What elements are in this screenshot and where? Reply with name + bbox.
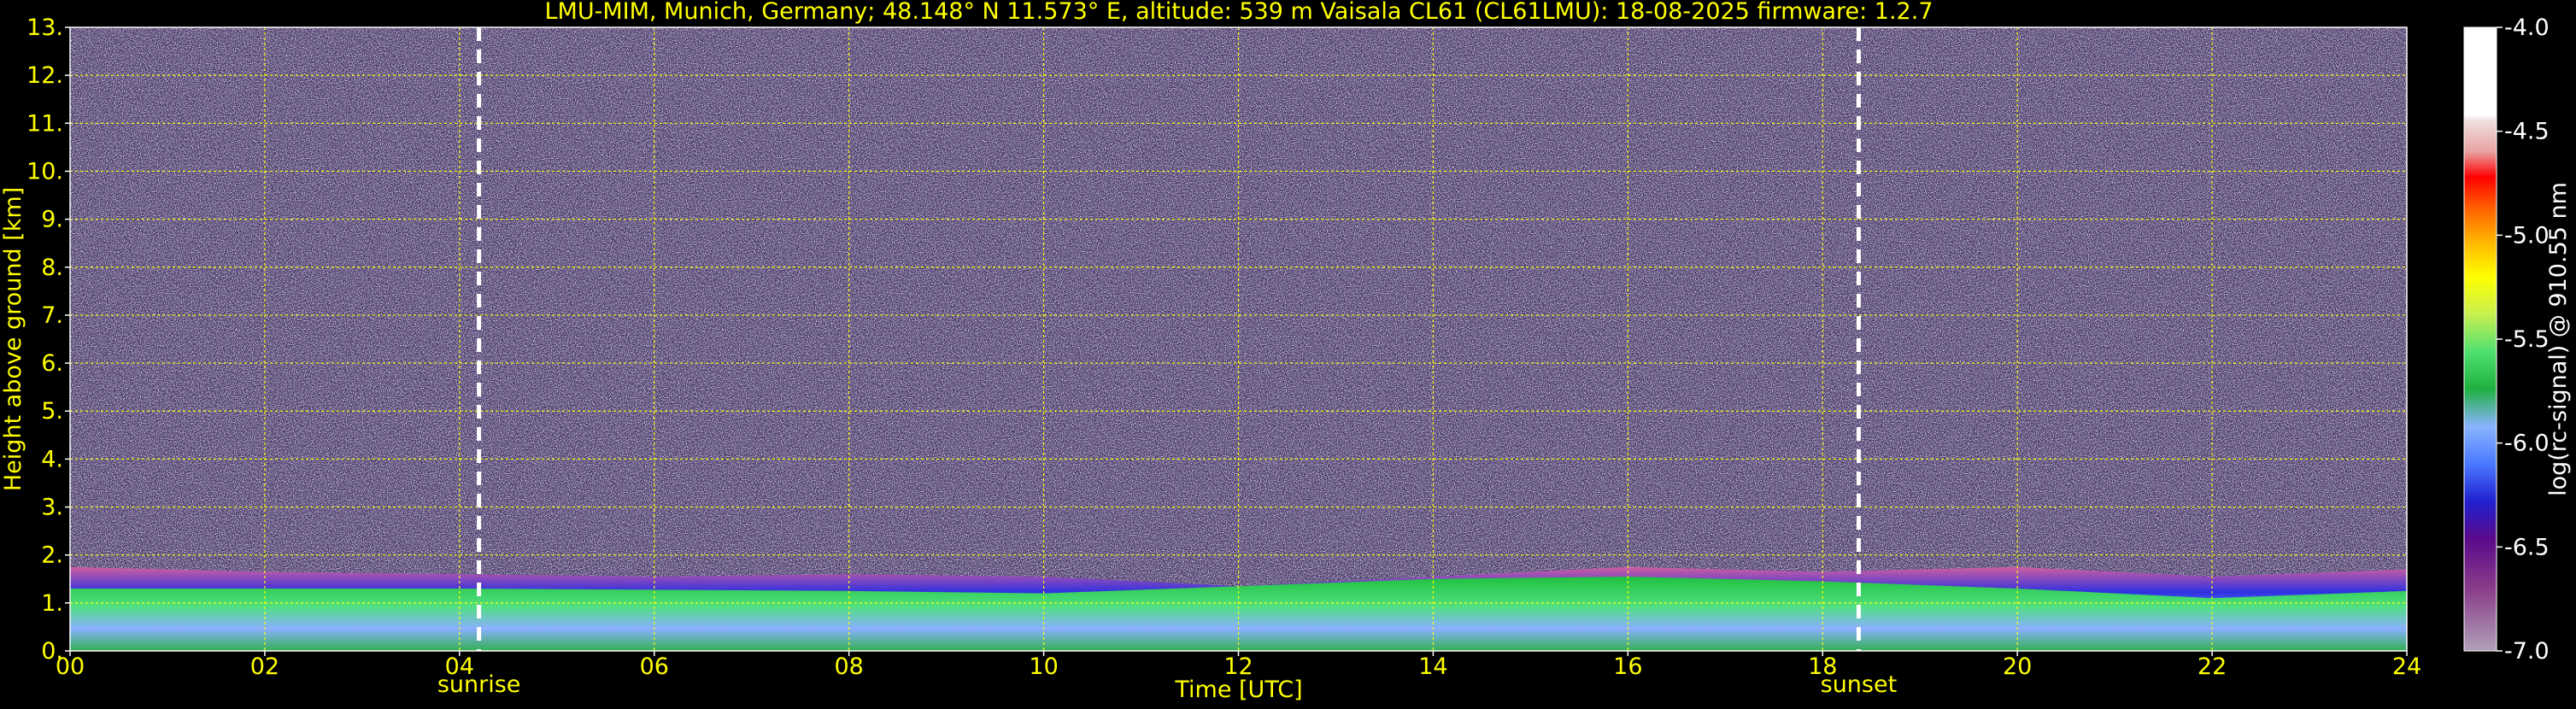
x-tick-label: 16 [1613,653,1642,680]
colorbar-tick-label: -5.5 [2504,326,2550,353]
ceilometer-chart: sunrise sunset 00 02 04 06 08 10 12 14 16 18 20 22 24… [0,0,2576,706]
x-tick-label: 22 [2198,653,2227,680]
colorbar-tick-label: -4.5 [2504,119,2550,145]
colorbar-tick-label: -6.0 [2504,431,2550,457]
y-tick-label: 13. [26,15,63,41]
x-axis-label: Time [UTC] [1174,677,1302,703]
y-tick-label: 9. [41,207,63,233]
y-tick-label: 7. [41,302,63,329]
y-tick-label: 3. [41,495,63,521]
y-tick-label: 12. [26,62,63,89]
y-tick-label: 2. [41,542,63,569]
x-tick-label: 08 [834,653,863,680]
plot-area: sunrise sunset [69,26,2408,698]
colorbar-ticks: -4.0 -4.5 -5.0 -5.5 -6.0 -6.5 -7.0 [2497,15,2550,665]
x-tick-label: 06 [640,653,669,680]
colorbar-tick-label: -5.0 [2504,222,2550,249]
colorbar: -4.0 -4.5 -5.0 -5.5 -6.0 -6.5 -7.0 log(rc-sign… [2463,15,2572,665]
colorbar-tick-label: -4.0 [2504,15,2550,41]
colorbar-gradient [2463,26,2497,652]
y-axis-label: Height above ground [km] [0,187,26,491]
chart-title: LMU-MIM, Munich, Germany; 48.148° N 11.5… [544,0,1933,25]
x-tick-label: 14 [1418,653,1447,680]
chart-svg: sunrise sunset 00 02 04 06 08 10 12 14 16 18 20 22 24… [0,0,2572,703]
y-tick-label: 1. [41,590,63,617]
y-tick-label: 8. [41,255,63,281]
x-axis-ticks: 00 02 04 06 08 10 12 14 16 18 20 22 24 [56,651,2421,680]
y-axis-ticks: 0. 1. 2. 3. 4. 5. 6. 7. 8. 9. 10. 11. 12. 13. [26,15,70,665]
y-tick-label: 6. [41,350,63,377]
colorbar-tick-label: -7.0 [2504,638,2550,665]
y-tick-label: 4. [41,446,63,472]
x-tick-label: 20 [2003,653,2032,680]
colorbar-label: log(rc-signal) @ 910.55 nm [2545,182,2572,496]
y-tick-label: 11. [26,110,63,137]
colorbar-tick-label: -6.5 [2504,534,2550,560]
x-tick-label: 04 [445,653,474,680]
y-tick-label: 10. [26,158,63,185]
y-tick-label: 5. [41,398,63,425]
y-tick-label: 0. [41,638,63,665]
x-tick-label: 24 [2392,653,2421,680]
x-tick-label: 18 [1808,653,1837,680]
x-tick-label: 10 [1029,653,1058,680]
x-tick-label: 02 [250,653,279,680]
